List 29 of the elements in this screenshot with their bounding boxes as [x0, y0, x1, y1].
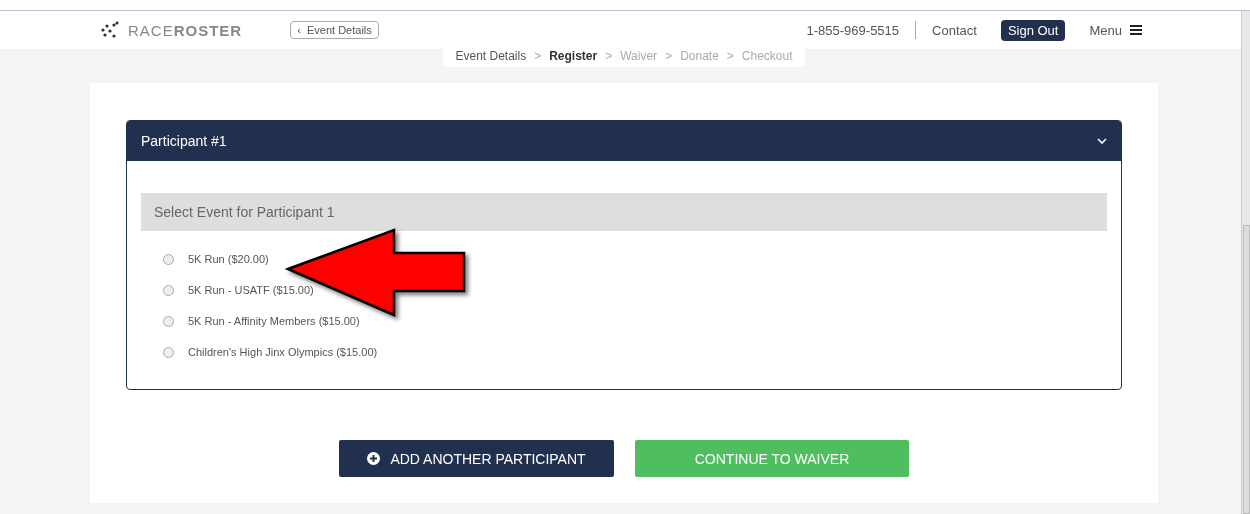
scrollbar-thumb[interactable]: [1243, 225, 1250, 514]
back-link-button[interactable]: ‹ Event Details: [290, 21, 379, 39]
breadcrumb-step[interactable]: Register: [549, 49, 598, 63]
panel-title: Participant #1: [141, 133, 227, 149]
breadcrumb-step[interactable]: Event Details: [455, 49, 527, 63]
menu-button[interactable]: Menu: [1089, 22, 1142, 38]
logo-text: RACEROSTER: [128, 21, 243, 39]
section-title: Select Event for Participant 1: [141, 193, 1107, 231]
plus-icon: [367, 452, 381, 465]
option-label[interactable]: Children's High Jinx Olympics ($15.00): [188, 346, 378, 359]
breadcrumb-separator: >: [665, 49, 673, 63]
scrollbar[interactable]: [1241, 11, 1250, 514]
runner-logo-icon: [100, 21, 120, 39]
radio-button[interactable]: [163, 285, 174, 296]
option-label[interactable]: 5K Run - USATF ($15.00): [188, 284, 314, 297]
radio-button[interactable]: [163, 347, 174, 358]
chevron-icon[interactable]: [1097, 138, 1107, 144]
contact-link[interactable]: Contact: [932, 22, 977, 38]
option-label[interactable]: 5K Run - Affinity Members ($15.00): [188, 315, 360, 328]
breadcrumb-separator: >: [534, 49, 542, 63]
radio-button[interactable]: [163, 254, 174, 265]
option-label[interactable]: 5K Run ($20.00): [188, 253, 269, 266]
sign-out-button[interactable]: Sign Out: [1000, 19, 1066, 41]
menu-icon[interactable]: [1130, 25, 1142, 35]
breadcrumb-separator: >: [726, 49, 734, 63]
phone-number: 1-855-969-5515: [806, 22, 900, 38]
radio-button[interactable]: [163, 316, 174, 327]
add-participant-button[interactable]: ADD ANOTHER PARTICIPANT: [339, 440, 614, 477]
breadcrumb-separator: >: [605, 49, 613, 63]
